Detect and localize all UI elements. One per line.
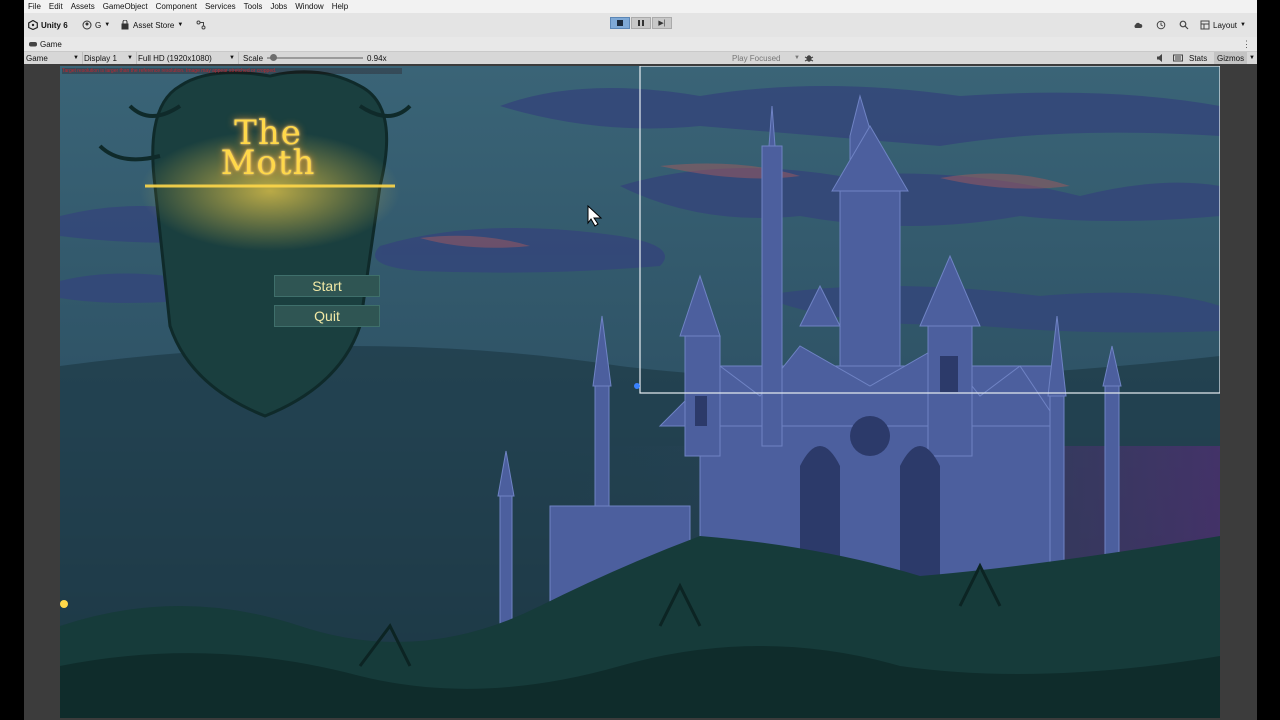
step-button[interactable]: ▶| [652, 17, 672, 29]
history-button[interactable] [1156, 18, 1166, 32]
quit-button-label: Quit [314, 308, 340, 324]
play-focused-dropdown[interactable]: Play Focused ▼ [732, 52, 800, 64]
stop-icon [617, 20, 623, 26]
chevron-down-icon: ▼ [229, 55, 235, 61]
chevron-down-icon: ▼ [1240, 22, 1246, 28]
pause-button[interactable] [631, 17, 651, 29]
chevron-down-icon: ▼ [127, 55, 133, 61]
resolution-dropdown[interactable]: Full HD (1920x1080) ▼ [138, 52, 239, 64]
bug-button[interactable] [804, 52, 814, 64]
unity-logo-icon [28, 20, 38, 30]
version-control-button[interactable] [196, 18, 206, 32]
game-render[interactable]: Target resolution is larger than the ref… [60, 66, 1220, 718]
menu-component[interactable]: Component [152, 2, 201, 11]
cloud-button[interactable] [1133, 18, 1143, 32]
scale-slider-thumb[interactable] [269, 54, 277, 61]
layout-label: Layout [1213, 20, 1238, 30]
gizmos-button[interactable]: Gizmos [1214, 52, 1248, 64]
asset-store-label: Asset Store [133, 20, 175, 30]
view-mode-dropdown[interactable]: Game ▼ [24, 52, 83, 64]
menu-help[interactable]: Help [328, 2, 352, 11]
search-icon [1179, 20, 1189, 30]
layout-icon [1200, 20, 1210, 30]
menu-file[interactable]: File [24, 2, 45, 11]
view-mode-label: Game [26, 53, 48, 63]
menu-window[interactable]: Window [291, 2, 327, 11]
resolution-label: Full HD (1920x1080) [138, 53, 212, 63]
layout-dropdown[interactable]: Layout ▼ [1200, 18, 1246, 32]
play-stop-button[interactable] [610, 17, 630, 29]
scale-value: 0.94x [367, 53, 387, 63]
scale-label: Scale [243, 53, 264, 63]
menu-gameobject[interactable]: GameObject [99, 2, 152, 11]
game-title-line2: Moth [220, 143, 316, 183]
bug-icon [804, 55, 814, 62]
gamepad-icon [29, 42, 37, 47]
chevron-down-icon: ▼ [794, 55, 800, 61]
unity-version-button[interactable]: Unity 6 [28, 18, 68, 32]
menu-tools[interactable]: Tools [240, 2, 267, 11]
cloud-icon [1134, 22, 1143, 28]
start-button-label: Start [312, 278, 342, 294]
play-focused-label: Play Focused [732, 53, 781, 63]
stats-button[interactable]: Stats [1189, 52, 1207, 64]
menu-bar: File Edit Assets GameObject Component Se… [24, 0, 1257, 13]
keyboard-icon [1173, 54, 1183, 62]
history-icon [1156, 20, 1166, 30]
menu-services[interactable]: Services [201, 2, 240, 11]
chevron-down-icon: ▼ [104, 22, 111, 28]
more-options-icon[interactable]: ⋮ [1242, 39, 1251, 50]
menu-edit[interactable]: Edit [45, 2, 67, 11]
menu-jobs[interactable]: Jobs [266, 2, 291, 11]
asset-store-dropdown[interactable]: Asset Store ▼ [120, 18, 183, 32]
account-icon [82, 20, 92, 30]
search-button[interactable] [1179, 18, 1189, 32]
audio-mute-button[interactable] [1156, 52, 1166, 64]
gizmos-chevron-down-icon[interactable]: ▼ [1249, 52, 1255, 64]
game-title: The Moth [208, 116, 328, 183]
display-dropdown[interactable]: Display 1 ▼ [84, 52, 137, 64]
tab-game-label: Game [40, 39, 62, 49]
menu-assets[interactable]: Assets [67, 2, 99, 11]
version-control-icon [196, 20, 206, 30]
step-icon: ▶| [658, 20, 666, 27]
chevron-down-icon: ▼ [73, 55, 79, 61]
stats-toggle-icon-button[interactable] [1173, 52, 1183, 64]
scale-slider[interactable] [267, 52, 363, 64]
speaker-icon [1157, 54, 1162, 62]
chevron-down-icon: ▼ [177, 22, 184, 28]
account-label: G [95, 20, 102, 30]
start-button[interactable]: Start [274, 275, 380, 297]
shopping-bag-icon [121, 20, 129, 30]
display-label: Display 1 [84, 53, 117, 63]
account-dropdown[interactable]: G ▼ [82, 18, 110, 32]
quit-button[interactable]: Quit [274, 305, 380, 327]
game-view-toolbar: Game ▼ Display 1 ▼ Full HD (1920x1080) ▼… [24, 52, 1257, 64]
resolution-warning: Target resolution is larger than the ref… [62, 68, 402, 74]
anchor-handle [60, 600, 68, 608]
pause-icon [638, 20, 644, 26]
editor-tab-bar: Game ⋮ [24, 37, 1257, 52]
unity-label: Unity 6 [41, 20, 68, 30]
tab-game[interactable]: Game [28, 39, 62, 49]
pivot-handle [634, 383, 640, 389]
